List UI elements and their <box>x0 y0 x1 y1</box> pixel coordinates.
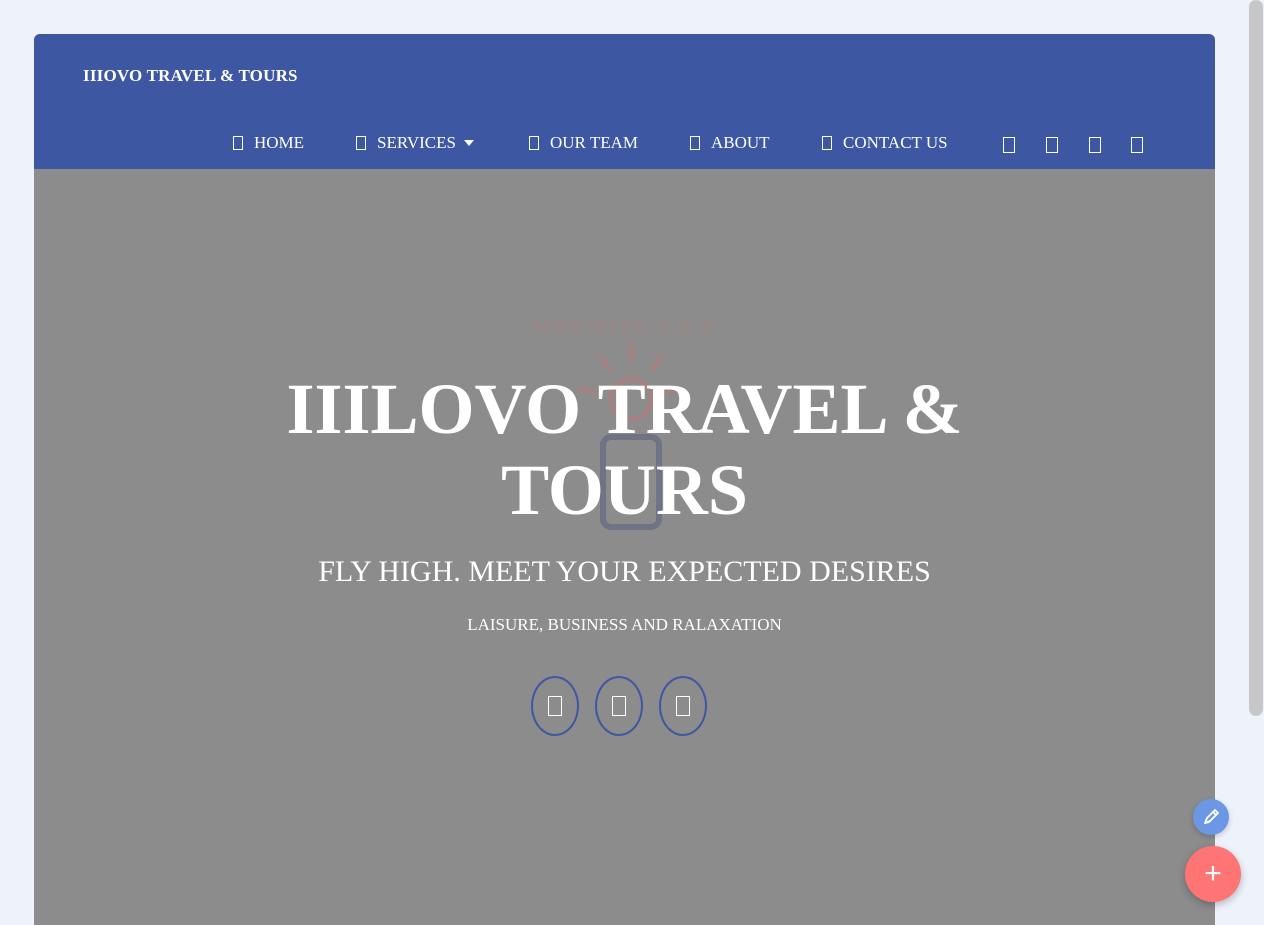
add-block-button[interactable]: + <box>1185 846 1241 902</box>
team-icon <box>529 136 539 150</box>
nav-contact-label: CONTACT US <box>843 133 948 152</box>
social-icon-1[interactable] <box>1003 137 1015 153</box>
contact-icon <box>822 136 832 150</box>
hero-subtitle: FLY HIGH. MEET YOUR EXPECTED DESIRES <box>318 555 931 588</box>
nav-home-label: HOME <box>254 133 305 152</box>
scrollbar-thumb[interactable] <box>1249 0 1263 716</box>
nav-about[interactable]: ABOUT <box>690 131 770 155</box>
hero-icon-3 <box>676 696 690 716</box>
nav-services-label: SERVICES <box>377 133 456 152</box>
chevron-down-icon <box>463 140 474 146</box>
about-icon <box>690 136 700 150</box>
navbar: IIIOVO TRAVEL & TOURS HOME SERVICES OUR … <box>34 34 1215 169</box>
nav-about-label: ABOUT <box>711 133 770 152</box>
social-icon-3[interactable] <box>1089 137 1101 153</box>
nav-services[interactable]: SERVICES <box>356 131 474 155</box>
hero-title-line-2: TOURS <box>501 450 748 530</box>
pencil-icon <box>1204 809 1219 824</box>
social-icon-2[interactable] <box>1046 137 1058 153</box>
hero-icon-button-2[interactable] <box>595 676 643 736</box>
home-icon <box>233 136 243 150</box>
page-scrollbar[interactable] <box>1248 0 1264 925</box>
site-frame: IIIOVO TRAVEL & TOURS HOME SERVICES OUR … <box>34 34 1215 925</box>
services-icon <box>356 136 366 150</box>
hero-title: IIILOVO TRAVEL & TOURS <box>34 369 1215 531</box>
mobirise-watermark-text: MOBIRISE 5.8.0 <box>533 317 716 338</box>
hero-icon-button-1[interactable] <box>531 676 579 736</box>
nav-home[interactable]: HOME <box>233 131 304 155</box>
hero-icon-button-3[interactable] <box>659 676 707 736</box>
plus-icon: + <box>1204 857 1222 890</box>
nav-our-team[interactable]: OUR TEAM <box>529 131 638 155</box>
edit-button[interactable] <box>1193 799 1229 835</box>
hero-icon-1 <box>548 696 562 716</box>
nav-contact[interactable]: CONTACT US <box>822 131 948 155</box>
social-icon-4[interactable] <box>1131 137 1143 153</box>
hero-tagline: LAISURE, BUSINESS AND RALAXATION <box>467 615 782 634</box>
hero-section: MOBIRISE 5.8.0 IIILOVO TRAVEL & TOURS FL… <box>34 169 1215 925</box>
nav-our-team-label: OUR TEAM <box>550 133 638 152</box>
brand-logo-text[interactable]: IIIOVO TRAVEL & TOURS <box>83 66 298 86</box>
hero-title-line-1: IIILOVO TRAVEL & <box>286 369 963 449</box>
hero-icon-2 <box>612 696 626 716</box>
